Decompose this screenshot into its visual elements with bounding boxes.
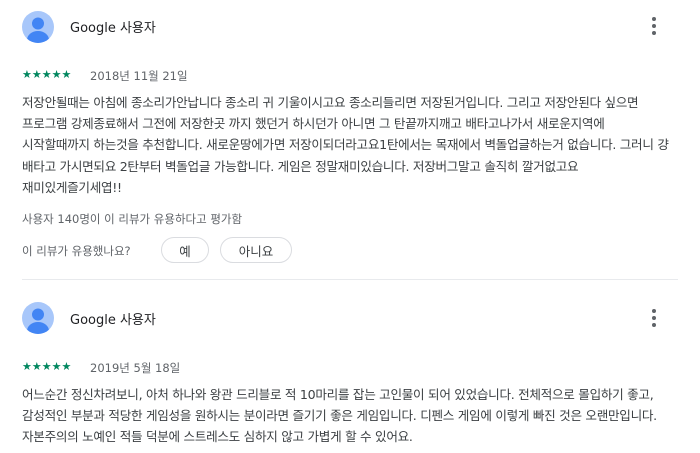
review-text: 저장안될때는 아침에 종소리가안납니다 종소리 귀 기울이시고요 종소리들리면 … [22, 95, 669, 195]
helpful-question: 이 리뷰가 유용했나요? [22, 244, 131, 258]
more-vert-icon [652, 17, 656, 21]
helpful-yes-button[interactable]: 예 [161, 237, 209, 263]
review-date: 2019년 5월 18일 [90, 361, 181, 375]
review-divider [22, 279, 678, 280]
avatar [22, 302, 54, 334]
helpful-count: 사용자 140명이 이 리뷰가 유용하다고 평가함 [22, 212, 243, 226]
review-date: 2018년 11월 21일 [90, 69, 188, 83]
review-author: Google 사용자 [70, 21, 156, 36]
review-author: Google 사용자 [70, 313, 156, 328]
more-options-button[interactable] [644, 306, 664, 330]
star-rating: ★★★★★ [22, 360, 72, 373]
more-vert-icon [652, 309, 656, 313]
avatar [22, 11, 54, 43]
more-options-button[interactable] [644, 14, 664, 38]
person-avatar-icon [27, 17, 49, 43]
helpful-no-button[interactable]: 아니요 [220, 237, 292, 263]
review-text: 어느순간 정신차려보니, 아처 하나와 왕관 드리블로 적 10마리를 잡는 고… [22, 387, 657, 445]
person-avatar-icon [27, 308, 49, 334]
star-rating: ★★★★★ [22, 68, 72, 81]
